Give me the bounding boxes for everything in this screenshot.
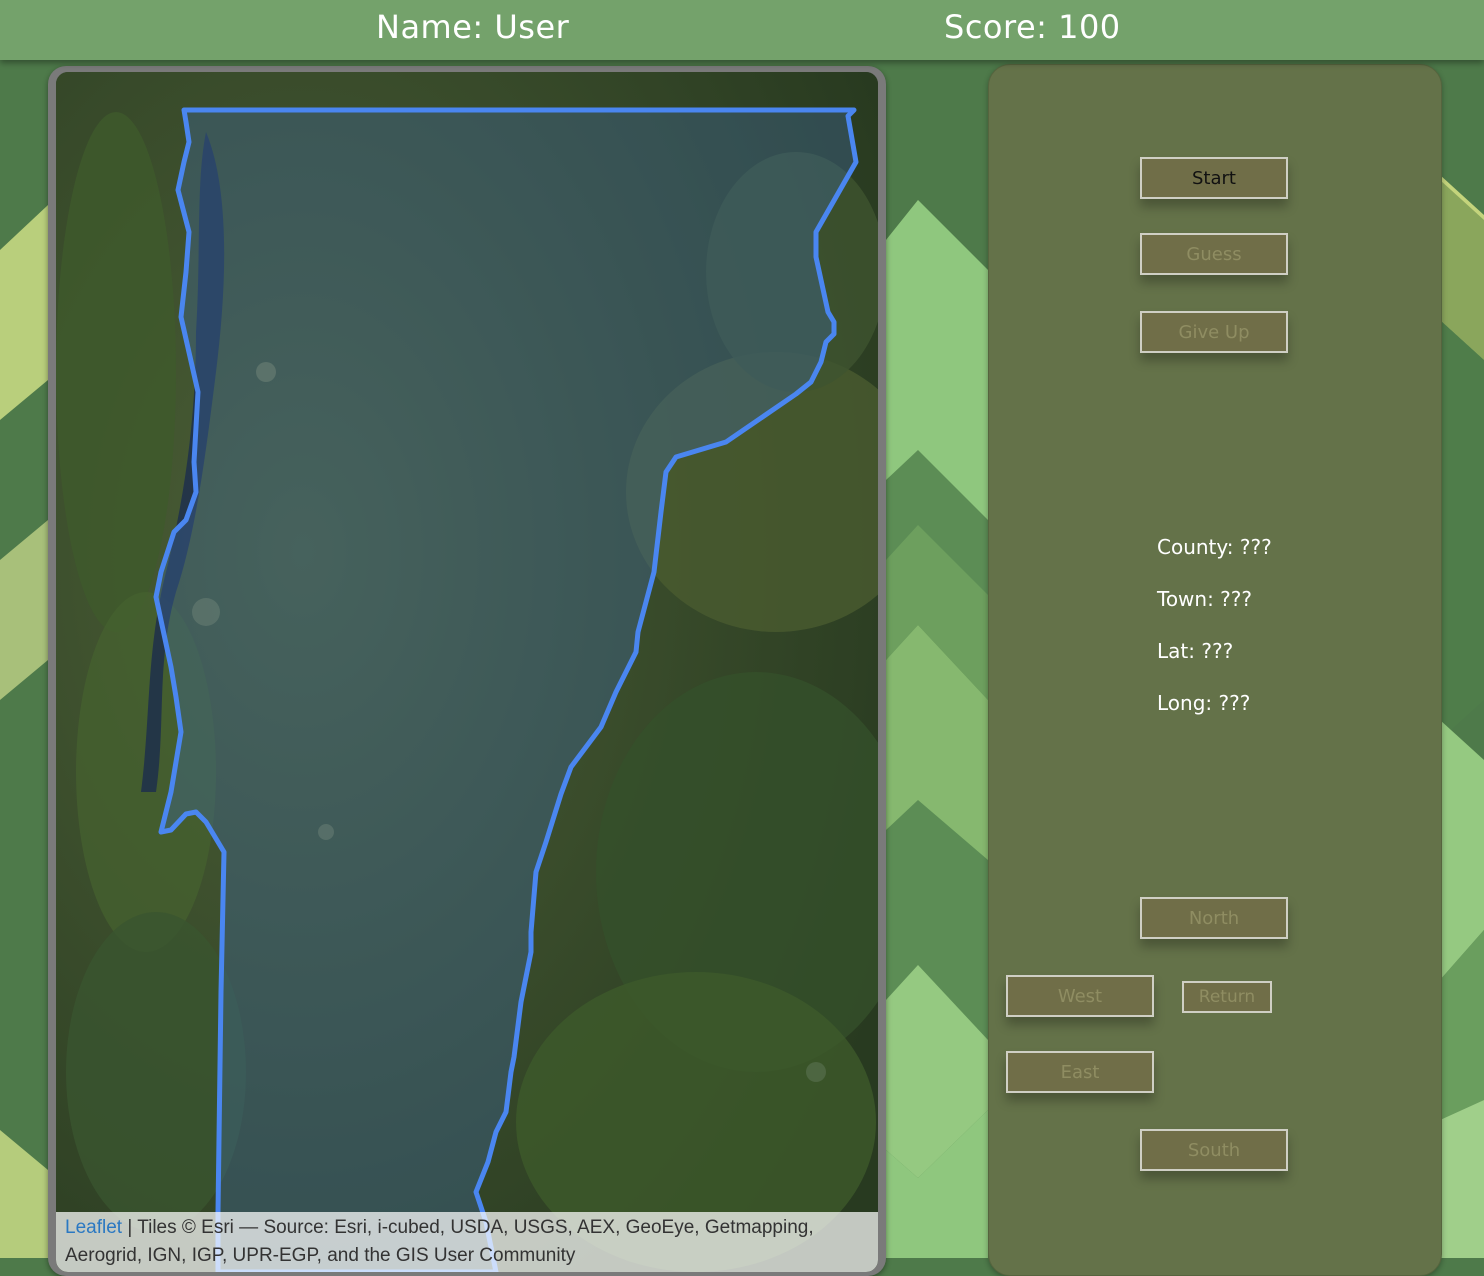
north-button[interactable]: North [1140,897,1288,939]
west-button[interactable]: West [1006,975,1154,1017]
map-attribution: Leaflet | Tiles © Esri — Source: Esri, i… [56,1212,878,1272]
long-info: Long: ??? [1157,691,1251,715]
satellite-map [56,72,878,1272]
map-frame: Leaflet | Tiles © Esri — Source: Esri, i… [48,66,886,1276]
attribution-text: | Tiles © Esri — Source: Esri, i-cubed, … [65,1217,814,1266]
guess-button[interactable]: Guess [1140,233,1288,275]
leaflet-link[interactable]: Leaflet [65,1217,122,1238]
start-button[interactable]: Start [1140,157,1288,199]
give-up-button[interactable]: Give Up [1140,311,1288,353]
map-view[interactable]: Leaflet | Tiles © Esri — Source: Esri, i… [56,72,878,1272]
town-info: Town: ??? [1157,587,1253,611]
control-panel: Start Guess Give Up County: ??? Town: ??… [988,64,1442,1276]
south-button[interactable]: South [1140,1129,1288,1171]
lat-info: Lat: ??? [1157,639,1234,663]
east-button[interactable]: East [1006,1051,1154,1093]
county-info: County: ??? [1157,535,1272,559]
player-name: Name: User [376,8,570,46]
top-bar: Name: User Score: 100 [0,0,1484,60]
player-score: Score: 100 [944,8,1121,46]
return-button[interactable]: Return [1182,981,1272,1013]
